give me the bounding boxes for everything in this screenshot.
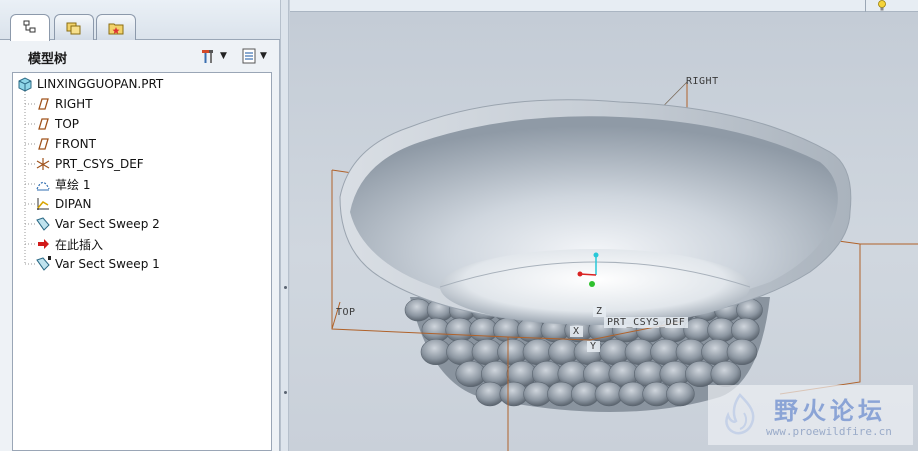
- tree-item-label: TOP: [55, 117, 80, 131]
- model-tree-tab-icon: [23, 20, 36, 33]
- tree-item-insert-here[interactable]: 在此插入: [35, 234, 103, 254]
- tree-item-label: 在此插入: [55, 237, 104, 252]
- datum-curve-icon: [37, 198, 49, 210]
- tree-item-label: Var Sect Sweep 1: [55, 257, 160, 271]
- panel-sash[interactable]: [280, 0, 289, 451]
- forum-watermark: 野火论坛 www.proewildfire.cn: [708, 385, 913, 445]
- tree-item-label: LINXINGGUOPAN.PRT: [37, 77, 164, 91]
- navigator-panel: 模型树 ▼ ▼ LINXINGGUOPAN.PRT RIGHT TOP FRON…: [0, 0, 280, 451]
- bowl-scale: [730, 317, 760, 343]
- sketch-icon: [36, 181, 50, 191]
- tab-favorites[interactable]: [96, 14, 136, 40]
- datum-plane-icon: [38, 98, 49, 110]
- chevron-down-icon: ▼: [220, 51, 227, 61]
- tree-item-right[interactable]: RIGHT: [35, 94, 93, 114]
- datum-label-right[interactable]: RIGHT: [686, 76, 719, 87]
- axis-label-x: X: [570, 326, 583, 337]
- tree-item-label: PRT_CSYS_DEF: [55, 157, 144, 171]
- tab-model-tree[interactable]: [10, 14, 50, 41]
- watermark-title: 野火论坛: [774, 397, 886, 425]
- axis-label-y: Y: [587, 341, 600, 352]
- part-icon: [18, 77, 32, 92]
- model-tree-title: 模型树: [28, 52, 68, 67]
- sweep-icon: [36, 256, 51, 271]
- bowl-scale: [710, 360, 742, 388]
- datum-label-top[interactable]: TOP: [336, 307, 356, 318]
- tree-item-label: DIPAN: [55, 197, 92, 211]
- insert-here-arrow-icon: [38, 239, 49, 249]
- tree-show-button[interactable]: ▼: [240, 46, 267, 66]
- sash-grip-dot: [284, 391, 287, 394]
- tree-settings-button[interactable]: ▼: [200, 46, 227, 66]
- model-tree[interactable]: LINXINGGUOPAN.PRT RIGHT TOP FRONT PRT_CS…: [12, 72, 272, 451]
- model-tree-header: 模型树 ▼ ▼: [0, 40, 280, 72]
- toolbar-separator: [865, 0, 866, 12]
- datum-plane-icon: [38, 118, 49, 130]
- tree-item-dipan[interactable]: DIPAN: [35, 194, 91, 214]
- bowl-scale: [726, 338, 758, 366]
- navigator-tab-strip: [0, 0, 280, 41]
- tree-item-var-sect-sweep-2[interactable]: Var Sect Sweep 2: [35, 214, 160, 234]
- datum-label-csys[interactable]: PRT_CSYS_DEF: [604, 317, 689, 328]
- tree-item-label: FRONT: [55, 137, 96, 151]
- tree-item-var-sect-sweep-1[interactable]: Var Sect Sweep 1: [35, 254, 160, 274]
- datum-plane-icon: [38, 138, 49, 150]
- tree-item-label: RIGHT: [55, 97, 93, 111]
- graphics-toolbar: [290, 0, 918, 12]
- lightbulb-icon[interactable]: [876, 0, 888, 12]
- csys-icon: [36, 158, 50, 170]
- bowl-scale: [666, 381, 695, 407]
- tree-item-csys[interactable]: PRT_CSYS_DEF: [35, 154, 144, 174]
- show-list-icon: [242, 48, 256, 64]
- tab-folder-browser[interactable]: [54, 14, 94, 40]
- flame-logo-icon: [725, 393, 755, 435]
- tree-item-part[interactable]: LINXINGGUOPAN.PRT: [17, 74, 163, 94]
- tree-item-label: 草绘 1: [55, 177, 91, 192]
- tools-icon: [202, 50, 213, 63]
- tree-item-sketch[interactable]: 草绘 1: [35, 174, 90, 194]
- tree-item-top[interactable]: TOP: [35, 114, 79, 134]
- chevron-down-icon: ▼: [260, 51, 267, 61]
- sweep-icon: [36, 217, 50, 231]
- axis-label-z: Z: [593, 306, 606, 317]
- watermark-url: www.proewildfire.cn: [766, 425, 892, 438]
- folder-browser-tab-icon: [66, 22, 81, 34]
- tree-item-front[interactable]: FRONT: [35, 134, 96, 154]
- favorites-tab-icon: [108, 23, 124, 34]
- tree-item-label: Var Sect Sweep 2: [55, 217, 160, 231]
- sash-grip-dot: [284, 286, 287, 289]
